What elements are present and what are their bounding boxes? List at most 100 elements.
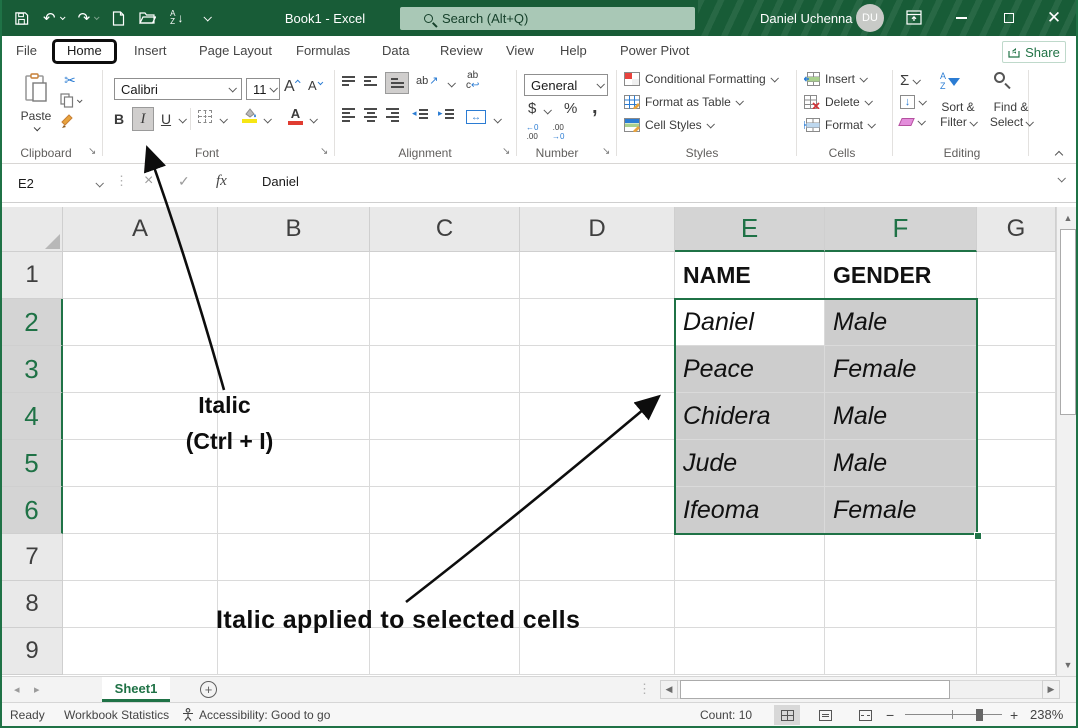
format-cells-button[interactable]: Format [804, 118, 874, 132]
cell-b9[interactable] [218, 628, 370, 675]
vertical-scrollbar-thumb[interactable] [1060, 229, 1076, 415]
row-header-2[interactable]: 2 [2, 299, 63, 346]
cell-g3[interactable] [977, 346, 1056, 393]
scroll-up-icon[interactable]: ▲ [1060, 210, 1076, 226]
select-all-corner[interactable] [2, 207, 63, 252]
find-select-button[interactable]: Find & Select [984, 100, 1038, 130]
avatar[interactable]: DU [856, 4, 884, 32]
middle-align-icon[interactable] [364, 76, 377, 86]
zoom-in-icon[interactable]: + [1010, 703, 1018, 726]
sheet-nav-right-icon[interactable]: ▸ [34, 677, 40, 702]
cell-d8[interactable] [520, 581, 675, 628]
undo-dropdown-icon[interactable] [59, 14, 65, 20]
autosum-button[interactable]: Σ [900, 72, 919, 89]
sort-filter-button[interactable]: Sort & Filter [932, 100, 984, 130]
cancel-icon[interactable]: × [144, 172, 153, 190]
cell-g9[interactable] [977, 628, 1056, 675]
cell-g5[interactable] [977, 440, 1056, 487]
cell-a1[interactable] [63, 252, 218, 299]
sheet-nav-left-icon[interactable]: ◂ [14, 677, 20, 702]
cell-c4[interactable] [370, 393, 520, 440]
merge-center-dropdown-icon[interactable] [493, 115, 501, 123]
ribbon-display-options-icon[interactable] [906, 10, 922, 30]
sort-ascending-icon[interactable]: AZ ↓ [170, 10, 183, 27]
cell-c1[interactable] [370, 252, 520, 299]
copy-icon[interactable] [60, 93, 81, 108]
scrollbar-resize-handle[interactable]: ⋮ [638, 681, 651, 697]
orientation-icon[interactable]: ab↗ [416, 74, 438, 87]
column-header-a[interactable]: A [63, 207, 218, 252]
fill-button[interactable]: ↓ [900, 95, 925, 109]
search-input[interactable]: Search (Alt+Q) [400, 7, 695, 30]
cell-b5[interactable] [218, 440, 370, 487]
user-name[interactable]: Daniel Uchenna [760, 0, 853, 36]
find-select-icon[interactable] [994, 72, 1005, 83]
formula-bar-expand-icon[interactable] [1057, 174, 1065, 182]
font-color-icon[interactable]: A [288, 107, 303, 125]
cell-f1[interactable]: GENDER [825, 252, 977, 299]
cell-a2[interactable] [63, 299, 218, 346]
cell-e9[interactable] [675, 628, 825, 675]
underline-button[interactable]: U [158, 108, 174, 130]
column-header-g[interactable]: G [977, 207, 1056, 252]
cell-g6[interactable] [977, 487, 1056, 534]
row-header-6[interactable]: 6 [2, 487, 63, 534]
bottom-align-icon[interactable] [385, 72, 409, 94]
insert-function-icon[interactable]: fx [216, 173, 227, 190]
cell-c5[interactable] [370, 440, 520, 487]
zoom-slider-track[interactable] [905, 714, 1002, 715]
bold-button[interactable]: B [110, 108, 128, 130]
new-sheet-icon[interactable]: + [200, 681, 217, 698]
format-painter-icon[interactable] [60, 114, 75, 129]
font-dialog-launcher-icon[interactable]: ↘ [320, 146, 328, 157]
cell-f2[interactable]: Male [825, 299, 977, 346]
scroll-left-icon[interactable]: ◀ [660, 680, 678, 699]
column-header-e[interactable]: E [675, 207, 825, 252]
decrease-font-button[interactable]: A [308, 78, 321, 93]
enter-icon[interactable]: ✓ [178, 173, 190, 190]
cell-a7[interactable] [63, 534, 218, 581]
cell-styles-button[interactable]: Cell Styles [624, 118, 713, 132]
cell-d1[interactable] [520, 252, 675, 299]
top-align-icon[interactable] [342, 76, 355, 86]
comma-style-icon[interactable]: , [592, 96, 598, 119]
center-icon[interactable] [364, 108, 377, 122]
paste-dropdown-icon[interactable] [33, 124, 40, 131]
underline-dropdown-icon[interactable] [178, 115, 186, 123]
open-file-icon[interactable] [139, 11, 156, 25]
currency-format-icon[interactable]: $ [528, 100, 536, 117]
cell-c9[interactable] [370, 628, 520, 675]
cell-a6[interactable] [63, 487, 218, 534]
name-box-dropdown-icon[interactable] [95, 179, 103, 187]
borders-icon[interactable] [198, 110, 212, 123]
format-as-table-button[interactable]: Format as Table [624, 95, 742, 109]
tab-review[interactable]: Review [440, 36, 483, 64]
cell-f4[interactable]: Male [825, 393, 977, 440]
row-header-5[interactable]: 5 [2, 440, 63, 487]
row-header-4[interactable]: 4 [2, 393, 63, 440]
cell-g8[interactable] [977, 581, 1056, 628]
insert-cells-button[interactable]: Insert [804, 72, 866, 86]
cell-b3[interactable] [218, 346, 370, 393]
cell-a9[interactable] [63, 628, 218, 675]
align-left-icon[interactable] [342, 108, 355, 122]
cell-d9[interactable] [520, 628, 675, 675]
column-header-f[interactable]: F [825, 207, 977, 252]
cell-d6[interactable] [520, 487, 675, 534]
cell-f3[interactable]: Female [825, 346, 977, 393]
accessibility-status[interactable]: Accessibility: Good to go [182, 703, 330, 726]
name-box[interactable]: E2 [8, 170, 108, 197]
cell-b4[interactable] [218, 393, 370, 440]
scroll-down-icon[interactable]: ▼ [1060, 657, 1076, 673]
increase-font-button[interactable]: A [284, 78, 299, 96]
cell-a4[interactable] [63, 393, 218, 440]
cell-c7[interactable] [370, 534, 520, 581]
new-file-icon[interactable] [112, 11, 125, 26]
sheet-tab-sheet1[interactable]: Sheet1 [102, 677, 170, 702]
fill-color-dropdown-icon[interactable] [263, 115, 271, 123]
tab-power-pivot[interactable]: Power Pivot [620, 36, 689, 64]
cell-b6[interactable] [218, 487, 370, 534]
cell-f8[interactable] [825, 581, 977, 628]
alignment-dialog-launcher-icon[interactable]: ↘ [502, 146, 510, 157]
decrease-indent-icon[interactable]: ◂ [412, 108, 428, 119]
